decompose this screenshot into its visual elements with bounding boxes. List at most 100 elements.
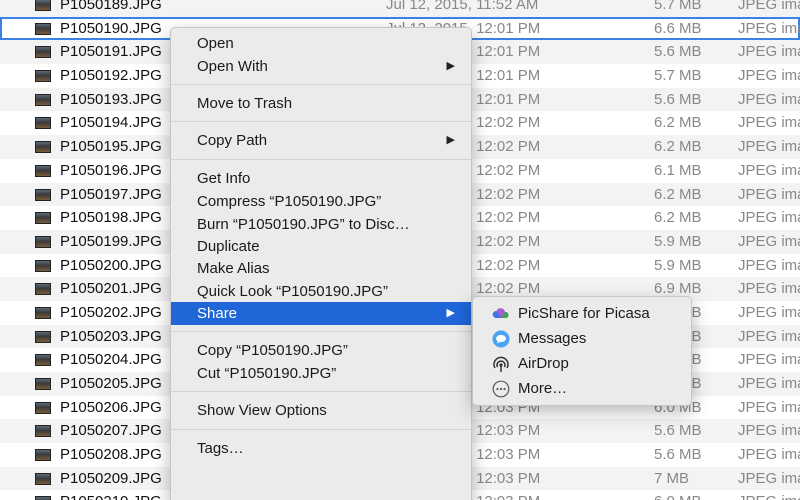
share-item-more[interactable]: More… bbox=[473, 377, 691, 401]
file-size: 6.2 MB bbox=[654, 138, 702, 156]
share-item-label: More… bbox=[518, 380, 568, 397]
menu-item-quick-look[interactable]: Quick Look “P1050190.JPG” bbox=[171, 280, 471, 303]
file-kind: JPEG ima bbox=[738, 256, 800, 274]
file-kind: JPEG ima bbox=[738, 446, 800, 464]
menu-item-move-to-trash[interactable]: Move to Trash bbox=[171, 92, 471, 115]
menu-separator bbox=[171, 391, 471, 392]
menu-item-duplicate[interactable]: Duplicate bbox=[171, 235, 471, 258]
file-kind: JPEG ima bbox=[738, 422, 800, 440]
share-item-label: AirDrop bbox=[518, 355, 569, 372]
share-item-label: PicShare for Picasa bbox=[518, 305, 650, 322]
file-kind: JPEG ima bbox=[738, 469, 800, 487]
file-name: P1050206.JPG bbox=[60, 398, 162, 416]
menu-separator bbox=[171, 121, 471, 122]
file-name: P1050198.JPG bbox=[60, 209, 162, 227]
file-size: 5.6 MB bbox=[654, 446, 702, 464]
menu-item-burn[interactable]: Burn “P1050190.JPG” to Disc… bbox=[171, 213, 471, 236]
file-size: 6.0 MB bbox=[654, 490, 702, 500]
file-thumbnail-icon bbox=[35, 496, 51, 500]
file-kind: JPEG ima bbox=[738, 114, 800, 132]
picshare-icon bbox=[492, 305, 510, 323]
menu-item-label: Duplicate bbox=[197, 238, 260, 255]
menu-item-get-info[interactable]: Get Info bbox=[171, 167, 471, 190]
file-name: P1050200.JPG bbox=[60, 256, 162, 274]
submenu-arrow-icon: ▶ bbox=[446, 307, 455, 319]
share-item-airdrop[interactable]: AirDrop bbox=[473, 352, 691, 376]
submenu-arrow-icon: ▶ bbox=[446, 134, 455, 146]
share-submenu: PicShare for Picasa Messages AirDrop Mor… bbox=[472, 296, 692, 406]
file-name: P1050194.JPG bbox=[60, 114, 162, 132]
context-menu: Open Open With ▶ Move to Trash Copy Path ▶… bbox=[170, 27, 472, 500]
file-thumbnail-icon bbox=[35, 164, 51, 177]
file-thumbnail-icon bbox=[35, 330, 51, 343]
file-name: P1050204.JPG bbox=[60, 351, 162, 369]
file-name: P1050203.JPG bbox=[60, 327, 162, 345]
file-kind: JPEG ima bbox=[738, 138, 800, 156]
file-name: P1050195.JPG bbox=[60, 138, 162, 156]
menu-item-label: Copy Path bbox=[197, 132, 268, 149]
file-kind: JPEG ima bbox=[738, 375, 800, 392]
menu-item-label: Copy “P1050190.JPG” bbox=[197, 342, 348, 359]
file-thumbnail-icon bbox=[35, 212, 51, 225]
file-kind: JPEG ima bbox=[738, 43, 800, 61]
file-date: Jul 12, 2015, 11:52 AM bbox=[386, 0, 539, 13]
menu-item-tags[interactable]: Tags… bbox=[171, 437, 471, 460]
menu-item-make-alias[interactable]: Make Alias bbox=[171, 257, 471, 280]
menu-item-open-with[interactable]: Open With ▶ bbox=[171, 55, 471, 78]
file-size: 5.6 MB bbox=[654, 422, 702, 440]
file-name: P1050196.JPG bbox=[60, 161, 162, 179]
share-item-label: Messages bbox=[518, 330, 587, 347]
menu-item-label: Compress “P1050190.JPG” bbox=[197, 193, 382, 210]
menu-item-label: Quick Look “P1050190.JPG” bbox=[197, 283, 388, 300]
share-item-messages[interactable]: Messages bbox=[473, 327, 691, 351]
file-kind: JPEG ima bbox=[738, 185, 800, 203]
share-item-picshare[interactable]: PicShare for Picasa bbox=[473, 302, 691, 326]
file-size: 5.7 MB bbox=[654, 67, 702, 85]
menu-item-label: Share bbox=[197, 305, 238, 322]
menu-separator bbox=[171, 159, 471, 160]
file-name: P1050208.JPG bbox=[60, 446, 162, 464]
file-name: P1050189.JPG bbox=[60, 0, 162, 13]
menu-item-open[interactable]: Open bbox=[171, 32, 471, 55]
menu-item-label: Open With bbox=[197, 58, 268, 75]
file-kind: JPEG ima bbox=[738, 161, 800, 179]
file-kind: JPEG ima bbox=[738, 351, 800, 369]
file-name: P1050209.JPG bbox=[60, 469, 162, 487]
menu-item-show-view-options[interactable]: Show View Options bbox=[171, 399, 471, 422]
file-kind: JPEG ima bbox=[738, 209, 800, 227]
menu-item-share[interactable]: Share ▶ bbox=[171, 302, 471, 325]
submenu-arrow-icon: ▶ bbox=[446, 60, 455, 72]
file-thumbnail-icon bbox=[35, 70, 51, 83]
menu-item-label: Get Info bbox=[197, 170, 251, 187]
file-name: P1050192.JPG bbox=[60, 67, 162, 85]
file-size: 6.6 MB bbox=[654, 19, 702, 37]
airdrop-icon bbox=[492, 355, 510, 373]
file-name: P1050193.JPG bbox=[60, 90, 162, 108]
file-name: P1050197.JPG bbox=[60, 185, 162, 203]
file-kind: JPEG ima bbox=[738, 67, 800, 85]
menu-item-compress[interactable]: Compress “P1050190.JPG” bbox=[171, 190, 471, 213]
menu-item-cut[interactable]: Cut “P1050190.JPG” bbox=[171, 362, 471, 385]
file-kind: JPEG ima bbox=[738, 398, 800, 416]
file-row[interactable]: P1050189.JPG Jul 12, 2015, 11:52 AM 5.7 MB… bbox=[0, 0, 800, 17]
menu-item-copy[interactable]: Copy “P1050190.JPG” bbox=[171, 339, 471, 362]
file-thumbnail-icon bbox=[35, 378, 51, 390]
file-size: 5.7 MB bbox=[654, 0, 702, 13]
file-size: 6.1 MB bbox=[654, 161, 702, 179]
file-thumbnail-icon bbox=[35, 22, 51, 35]
file-thumbnail-icon bbox=[35, 93, 51, 106]
file-name: P1050190.JPG bbox=[60, 19, 162, 37]
menu-item-label: Show View Options bbox=[197, 402, 327, 419]
file-name: P1050210.JPG bbox=[60, 490, 162, 500]
file-thumbnail-icon bbox=[35, 306, 51, 319]
file-thumbnail-icon bbox=[35, 472, 51, 485]
menu-item-copy-path[interactable]: Copy Path ▶ bbox=[171, 129, 471, 152]
file-thumbnail-icon bbox=[35, 117, 51, 130]
file-name: P1050191.JPG bbox=[60, 43, 162, 61]
menu-item-label: Burn “P1050190.JPG” to Disc… bbox=[197, 216, 410, 233]
file-size: 6.2 MB bbox=[654, 185, 702, 203]
file-size: 5.6 MB bbox=[654, 43, 702, 61]
file-size: 5.9 MB bbox=[654, 232, 702, 250]
file-name: P1050205.JPG bbox=[60, 375, 162, 392]
menu-item-label: Cut “P1050190.JPG” bbox=[197, 365, 337, 382]
